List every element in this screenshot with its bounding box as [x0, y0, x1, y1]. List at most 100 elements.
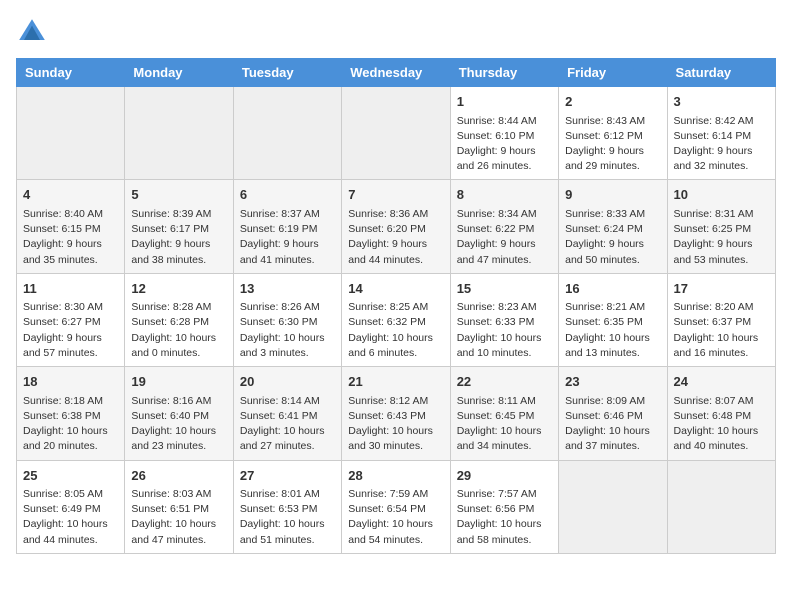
day-number: 14	[348, 279, 443, 299]
day-number: 1	[457, 92, 552, 112]
header-cell-wednesday: Wednesday	[342, 59, 450, 87]
header-cell-tuesday: Tuesday	[233, 59, 341, 87]
day-number: 9	[565, 185, 660, 205]
day-info: Sunrise: 8:12 AMSunset: 6:43 PMDaylight:…	[348, 394, 443, 455]
day-info: Sunrise: 8:28 AMSunset: 6:28 PMDaylight:…	[131, 300, 226, 361]
day-info: Sunrise: 8:30 AMSunset: 6:27 PMDaylight:…	[23, 300, 118, 361]
calendar-cell: 3Sunrise: 8:42 AMSunset: 6:14 PMDaylight…	[667, 87, 775, 180]
day-number: 10	[674, 185, 769, 205]
day-info: Sunrise: 8:16 AMSunset: 6:40 PMDaylight:…	[131, 394, 226, 455]
calendar-cell: 27Sunrise: 8:01 AMSunset: 6:53 PMDayligh…	[233, 460, 341, 553]
day-number: 18	[23, 372, 118, 392]
day-number: 4	[23, 185, 118, 205]
calendar-cell: 25Sunrise: 8:05 AMSunset: 6:49 PMDayligh…	[17, 460, 125, 553]
calendar-cell: 4Sunrise: 8:40 AMSunset: 6:15 PMDaylight…	[17, 180, 125, 273]
calendar-cell: 11Sunrise: 8:30 AMSunset: 6:27 PMDayligh…	[17, 273, 125, 366]
calendar-cell: 10Sunrise: 8:31 AMSunset: 6:25 PMDayligh…	[667, 180, 775, 273]
calendar-table: SundayMondayTuesdayWednesdayThursdayFrid…	[16, 58, 776, 554]
day-number: 7	[348, 185, 443, 205]
calendar-week-4: 18Sunrise: 8:18 AMSunset: 6:38 PMDayligh…	[17, 367, 776, 460]
calendar-cell: 19Sunrise: 8:16 AMSunset: 6:40 PMDayligh…	[125, 367, 233, 460]
calendar-cell: 24Sunrise: 8:07 AMSunset: 6:48 PMDayligh…	[667, 367, 775, 460]
day-info: Sunrise: 8:37 AMSunset: 6:19 PMDaylight:…	[240, 207, 335, 268]
day-number: 5	[131, 185, 226, 205]
header-cell-friday: Friday	[559, 59, 667, 87]
day-info: Sunrise: 7:59 AMSunset: 6:54 PMDaylight:…	[348, 487, 443, 548]
calendar-cell: 15Sunrise: 8:23 AMSunset: 6:33 PMDayligh…	[450, 273, 558, 366]
calendar-cell	[125, 87, 233, 180]
calendar-cell: 28Sunrise: 7:59 AMSunset: 6:54 PMDayligh…	[342, 460, 450, 553]
day-info: Sunrise: 8:34 AMSunset: 6:22 PMDaylight:…	[457, 207, 552, 268]
calendar-cell: 2Sunrise: 8:43 AMSunset: 6:12 PMDaylight…	[559, 87, 667, 180]
day-number: 23	[565, 372, 660, 392]
day-number: 11	[23, 279, 118, 299]
day-info: Sunrise: 8:20 AMSunset: 6:37 PMDaylight:…	[674, 300, 769, 361]
calendar-week-2: 4Sunrise: 8:40 AMSunset: 6:15 PMDaylight…	[17, 180, 776, 273]
day-number: 26	[131, 466, 226, 486]
day-info: Sunrise: 8:11 AMSunset: 6:45 PMDaylight:…	[457, 394, 552, 455]
calendar-cell	[233, 87, 341, 180]
calendar-cell: 18Sunrise: 8:18 AMSunset: 6:38 PMDayligh…	[17, 367, 125, 460]
day-number: 19	[131, 372, 226, 392]
day-info: Sunrise: 8:03 AMSunset: 6:51 PMDaylight:…	[131, 487, 226, 548]
day-info: Sunrise: 8:23 AMSunset: 6:33 PMDaylight:…	[457, 300, 552, 361]
day-info: Sunrise: 7:57 AMSunset: 6:56 PMDaylight:…	[457, 487, 552, 548]
calendar-cell: 5Sunrise: 8:39 AMSunset: 6:17 PMDaylight…	[125, 180, 233, 273]
calendar-cell: 29Sunrise: 7:57 AMSunset: 6:56 PMDayligh…	[450, 460, 558, 553]
day-number: 17	[674, 279, 769, 299]
day-info: Sunrise: 8:05 AMSunset: 6:49 PMDaylight:…	[23, 487, 118, 548]
day-info: Sunrise: 8:42 AMSunset: 6:14 PMDaylight:…	[674, 114, 769, 175]
calendar-cell: 21Sunrise: 8:12 AMSunset: 6:43 PMDayligh…	[342, 367, 450, 460]
day-info: Sunrise: 8:07 AMSunset: 6:48 PMDaylight:…	[674, 394, 769, 455]
calendar-cell	[342, 87, 450, 180]
logo	[16, 16, 52, 48]
day-number: 29	[457, 466, 552, 486]
calendar-cell: 26Sunrise: 8:03 AMSunset: 6:51 PMDayligh…	[125, 460, 233, 553]
calendar-cell: 14Sunrise: 8:25 AMSunset: 6:32 PMDayligh…	[342, 273, 450, 366]
calendar-cell: 20Sunrise: 8:14 AMSunset: 6:41 PMDayligh…	[233, 367, 341, 460]
day-number: 12	[131, 279, 226, 299]
calendar-cell	[667, 460, 775, 553]
day-number: 6	[240, 185, 335, 205]
day-info: Sunrise: 8:25 AMSunset: 6:32 PMDaylight:…	[348, 300, 443, 361]
calendar-body: 1Sunrise: 8:44 AMSunset: 6:10 PMDaylight…	[17, 87, 776, 554]
calendar-cell: 13Sunrise: 8:26 AMSunset: 6:30 PMDayligh…	[233, 273, 341, 366]
header-cell-thursday: Thursday	[450, 59, 558, 87]
day-info: Sunrise: 8:33 AMSunset: 6:24 PMDaylight:…	[565, 207, 660, 268]
day-number: 27	[240, 466, 335, 486]
day-number: 15	[457, 279, 552, 299]
header-cell-sunday: Sunday	[17, 59, 125, 87]
calendar-week-1: 1Sunrise: 8:44 AMSunset: 6:10 PMDaylight…	[17, 87, 776, 180]
day-number: 3	[674, 92, 769, 112]
calendar-cell: 6Sunrise: 8:37 AMSunset: 6:19 PMDaylight…	[233, 180, 341, 273]
calendar-cell: 1Sunrise: 8:44 AMSunset: 6:10 PMDaylight…	[450, 87, 558, 180]
day-info: Sunrise: 8:21 AMSunset: 6:35 PMDaylight:…	[565, 300, 660, 361]
calendar-week-3: 11Sunrise: 8:30 AMSunset: 6:27 PMDayligh…	[17, 273, 776, 366]
day-info: Sunrise: 8:14 AMSunset: 6:41 PMDaylight:…	[240, 394, 335, 455]
calendar-cell: 9Sunrise: 8:33 AMSunset: 6:24 PMDaylight…	[559, 180, 667, 273]
calendar-cell: 23Sunrise: 8:09 AMSunset: 6:46 PMDayligh…	[559, 367, 667, 460]
day-number: 13	[240, 279, 335, 299]
calendar-cell: 16Sunrise: 8:21 AMSunset: 6:35 PMDayligh…	[559, 273, 667, 366]
calendar-week-5: 25Sunrise: 8:05 AMSunset: 6:49 PMDayligh…	[17, 460, 776, 553]
header-cell-saturday: Saturday	[667, 59, 775, 87]
day-number: 22	[457, 372, 552, 392]
day-info: Sunrise: 8:40 AMSunset: 6:15 PMDaylight:…	[23, 207, 118, 268]
day-number: 24	[674, 372, 769, 392]
day-info: Sunrise: 8:26 AMSunset: 6:30 PMDaylight:…	[240, 300, 335, 361]
header-cell-monday: Monday	[125, 59, 233, 87]
logo-icon	[16, 16, 48, 48]
calendar-cell: 8Sunrise: 8:34 AMSunset: 6:22 PMDaylight…	[450, 180, 558, 273]
day-info: Sunrise: 8:44 AMSunset: 6:10 PMDaylight:…	[457, 114, 552, 175]
day-info: Sunrise: 8:31 AMSunset: 6:25 PMDaylight:…	[674, 207, 769, 268]
day-number: 16	[565, 279, 660, 299]
day-number: 20	[240, 372, 335, 392]
calendar-cell	[559, 460, 667, 553]
calendar-cell: 22Sunrise: 8:11 AMSunset: 6:45 PMDayligh…	[450, 367, 558, 460]
day-number: 2	[565, 92, 660, 112]
day-number: 28	[348, 466, 443, 486]
day-info: Sunrise: 8:01 AMSunset: 6:53 PMDaylight:…	[240, 487, 335, 548]
header-row: SundayMondayTuesdayWednesdayThursdayFrid…	[17, 59, 776, 87]
day-info: Sunrise: 8:18 AMSunset: 6:38 PMDaylight:…	[23, 394, 118, 455]
calendar-cell: 12Sunrise: 8:28 AMSunset: 6:28 PMDayligh…	[125, 273, 233, 366]
